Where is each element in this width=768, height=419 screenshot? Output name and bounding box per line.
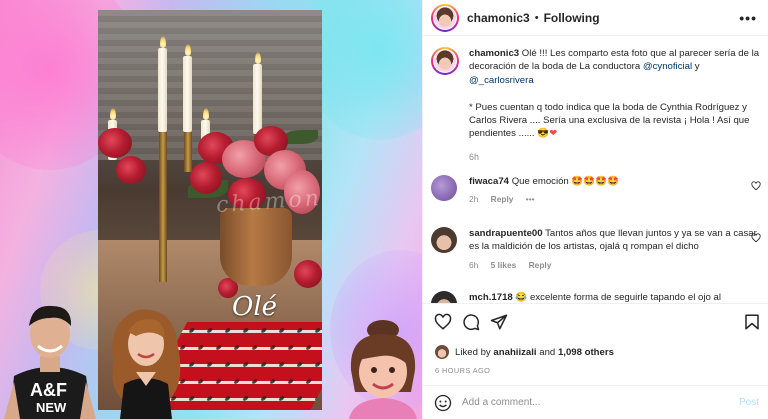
leaf — [284, 130, 318, 144]
post-panel: chamonic3 • Following ••• chamonic3 Olé … — [422, 0, 768, 419]
comment-text: mch.1718 😂 excelente forma de seguirle t… — [469, 291, 761, 303]
comment-text: sandrapuente00 Tantos años que llevan ju… — [469, 227, 761, 254]
commenter-avatar[interactable] — [431, 291, 457, 303]
ole-overlay-text: Olé — [232, 292, 278, 322]
woman-cutout — [112, 309, 181, 419]
comment-likes[interactable]: 5 likes — [491, 260, 517, 270]
comment-text: fiwaca74 Que emoción 🤩🤩🤩🤩 — [469, 175, 761, 188]
candle-flame — [185, 44, 191, 56]
rose — [116, 156, 146, 184]
avatar-image — [434, 50, 456, 72]
avatar-image — [434, 6, 456, 29]
comment-time: 6h — [469, 259, 479, 270]
candelabra — [184, 132, 192, 172]
svg-text:A&F: A&F — [30, 380, 67, 400]
add-comment-bar: Post — [423, 385, 768, 419]
caption-conjunction: y — [694, 61, 700, 73]
action-bar — [423, 303, 768, 343]
caption-body-2: * Pues cuentan q todo indica que la boda… — [469, 101, 750, 140]
comment-icon[interactable] — [462, 313, 480, 331]
caption-text: chamonic3 Olé !!! Les comparto esta foto… — [469, 47, 761, 164]
liked-by-label: Liked by — [455, 346, 491, 358]
emoji-icon[interactable] — [434, 394, 452, 412]
comment-options-icon[interactable]: ••• — [526, 194, 535, 204]
comment-like-heart-icon[interactable] — [751, 233, 761, 243]
comment-time: 2h — [469, 194, 479, 205]
candle-flame — [203, 108, 209, 120]
candle-flame — [160, 36, 166, 48]
commenter-avatar[interactable] — [431, 175, 457, 201]
mention-link[interactable]: @cynoficial — [643, 61, 692, 72]
commenter-avatar[interactable] — [431, 227, 457, 253]
liker-username[interactable]: anahiizali — [493, 347, 536, 358]
commenter-username[interactable]: mch.1718 — [469, 292, 513, 303]
post-comment-button[interactable]: Post — [739, 397, 759, 408]
caption-time: 6h — [469, 151, 480, 162]
svg-text:NEW: NEW — [36, 400, 67, 415]
rose — [294, 260, 322, 288]
comment-meta: 2h Reply ••• — [469, 194, 761, 204]
share-icon[interactable] — [490, 313, 508, 331]
heart-icon[interactable] — [434, 313, 452, 331]
comment-like-heart-icon[interactable] — [751, 181, 761, 191]
author-username[interactable]: chamonic3 — [467, 11, 530, 25]
liker-avatar[interactable] — [435, 345, 449, 359]
mention-link[interactable]: @_carlosrivera — [469, 75, 534, 86]
comment: mch.1718 😂 excelente forma de seguirle t… — [431, 291, 761, 303]
comment: sandrapuente00 Tantos años que llevan ju… — [431, 227, 761, 270]
commenter-username[interactable]: fiwaca74 — [469, 176, 509, 187]
candle-flame — [255, 52, 261, 64]
cartoon-avatar — [349, 320, 417, 419]
candle — [183, 56, 192, 132]
liked-by-and: and — [539, 346, 556, 358]
red-heart-emoji: ❤ — [549, 128, 558, 140]
reply-button[interactable]: Reply — [529, 260, 552, 270]
candle-flame — [110, 108, 116, 120]
author-avatar[interactable] — [431, 3, 459, 32]
save-icon[interactable] — [743, 313, 761, 331]
rose — [190, 162, 222, 194]
candle — [253, 64, 262, 134]
caption-avatar[interactable] — [431, 47, 459, 75]
candle — [158, 48, 167, 132]
comment-meta: 6h 5 likes Reply — [469, 260, 761, 270]
flower-pot — [220, 208, 292, 286]
comments-scroll-area[interactable]: chamonic3 Olé !!! Les comparto esta foto… — [423, 37, 768, 303]
man-cutout: A&F NEW — [4, 305, 96, 419]
comment: fiwaca74 Que emoción 🤩🤩🤩🤩 2h Reply ••• — [431, 175, 761, 204]
candelabra — [159, 132, 167, 282]
post-caption: chamonic3 Olé !!! Les comparto esta foto… — [431, 47, 761, 164]
more-options-icon[interactable]: ••• — [739, 10, 757, 26]
comment-body: Que emoción 🤩🤩🤩🤩 — [511, 176, 620, 187]
following-button[interactable]: Following — [544, 11, 600, 25]
sunglasses-emoji: 😎 — [537, 128, 550, 140]
likes-summary: Liked by anahiizali and 1,098 others — [435, 345, 614, 359]
caption-username[interactable]: chamonic3 — [469, 48, 519, 59]
comment-input[interactable] — [462, 397, 712, 408]
post-timestamp: 6 HOURS AGO — [435, 366, 491, 375]
reply-button[interactable]: Reply — [491, 194, 514, 204]
separator-dot: • — [534, 11, 539, 24]
post-header: chamonic3 • Following ••• — [423, 0, 768, 36]
comment-body: 😂 excelente forma de seguirle tapando el… — [515, 292, 721, 303]
rose — [98, 128, 132, 158]
commenter-username[interactable]: sandrapuente00 — [469, 228, 543, 239]
post-media[interactable]: chamonic3 Olé A&F NEW — [0, 0, 422, 419]
likes-count[interactable]: 1,098 others — [558, 347, 614, 358]
